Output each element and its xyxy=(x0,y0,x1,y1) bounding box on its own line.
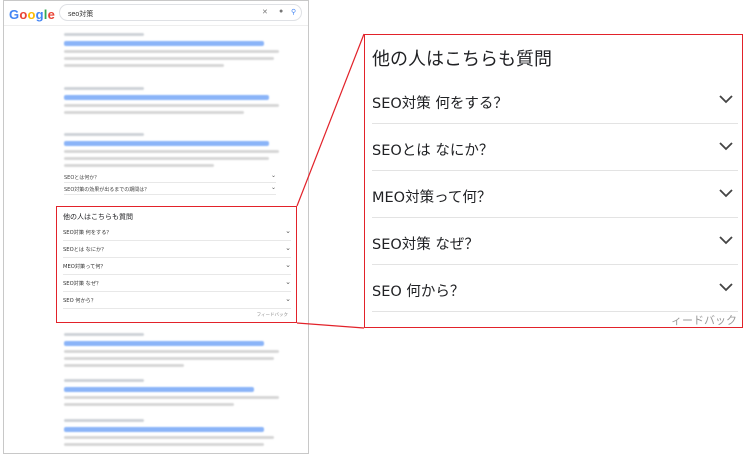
paa-zoom-question[interactable]: SEO対策 何をする？ xyxy=(372,77,738,124)
related-question[interactable]: SEOとは何か？ ⌄ xyxy=(64,171,276,183)
chevron-down-icon xyxy=(719,142,733,151)
logo-letter: g xyxy=(35,7,44,22)
logo-letter: o xyxy=(19,7,28,22)
question-label: SEO対策 何をする？ xyxy=(63,230,112,236)
feedback-link[interactable]: フィードバック xyxy=(257,312,288,318)
question-label: SEO対策 なぜ？ xyxy=(372,237,479,253)
logo-letter: G xyxy=(9,7,20,22)
paa-question[interactable]: MEO対策って何？ ⌄ xyxy=(63,258,291,275)
search-icon[interactable]: ⚲ xyxy=(291,8,296,16)
chevron-down-icon: ⌄ xyxy=(285,295,291,303)
question-label: SEO対策 何をする？ xyxy=(372,96,508,112)
paa-zoom-title: 他の人はこちらも質問 xyxy=(372,49,552,70)
chevron-down-icon xyxy=(719,283,733,292)
question-label: MEO対策って何？ xyxy=(372,190,492,206)
question-label: SEOとは なにか？ xyxy=(63,247,107,253)
chevron-down-icon xyxy=(719,189,733,198)
chevron-down-icon: ⌄ xyxy=(285,227,291,235)
question-label: SEOとは なにか？ xyxy=(372,143,494,159)
chevron-down-icon: ⌄ xyxy=(270,184,276,191)
question-label: SEOとは何か？ xyxy=(64,175,100,181)
paa-zoom-question[interactable]: SEO 何から？ xyxy=(372,265,738,312)
search-input[interactable]: seo対策 ✕ ● ⚲ xyxy=(59,4,302,21)
question-label: SEO対策の効果が出るまでの期間は？ xyxy=(64,187,150,193)
google-logo: Google xyxy=(9,7,55,22)
logo-letter: e xyxy=(47,7,56,22)
feedback-link[interactable]: ィードバック xyxy=(671,312,737,328)
chevron-down-icon: ⌄ xyxy=(285,244,291,252)
paa-highlight-box: 他の人はこちらも質問 SEO対策 何をする？ ⌄ SEOとは なにか？ ⌄ ME… xyxy=(56,206,297,323)
search-result[interactable] xyxy=(64,333,279,367)
question-label: MEO対策って何？ xyxy=(63,264,106,270)
chevron-down-icon: ⌄ xyxy=(285,261,291,269)
paa-zoom-question[interactable]: MEO対策って何？ xyxy=(372,171,738,218)
question-label: SEO 何から？ xyxy=(372,284,465,300)
paa-question[interactable]: SEO 何から？ ⌄ xyxy=(63,292,291,309)
serp-header: Google seo対策 ✕ ● ⚲ xyxy=(4,1,308,26)
search-query: seo対策 xyxy=(68,11,94,18)
chevron-down-icon: ⌄ xyxy=(270,172,276,179)
search-result[interactable] xyxy=(64,419,274,446)
chevron-down-icon: ⌄ xyxy=(285,278,291,286)
logo-letter: o xyxy=(27,7,36,22)
chevron-down-icon xyxy=(719,95,733,104)
paa-zoom-panel: 他の人はこちらも質問 SEO対策 何をする？ SEOとは なにか？ MEO対策っ… xyxy=(364,34,743,328)
paa-question[interactable]: SEOとは なにか？ ⌄ xyxy=(63,241,291,258)
paa-zoom-question[interactable]: SEOとは なにか？ xyxy=(372,124,738,171)
paa-title: 他の人はこちらも質問 xyxy=(63,213,133,221)
search-result[interactable] xyxy=(64,87,279,114)
chevron-down-icon xyxy=(719,236,733,245)
mic-icon[interactable]: ● xyxy=(279,8,283,15)
question-label: SEO 何から？ xyxy=(63,298,97,304)
paa-zoom-question[interactable]: SEO対策 なぜ？ xyxy=(372,218,738,265)
paa-question[interactable]: SEO対策 何をする？ ⌄ xyxy=(63,224,291,241)
search-result[interactable] xyxy=(64,33,279,67)
clear-icon[interactable]: ✕ xyxy=(262,8,268,16)
question-label: SEO対策 なぜ？ xyxy=(63,281,102,287)
search-result[interactable] xyxy=(64,133,279,167)
search-result[interactable] xyxy=(64,379,279,406)
related-question[interactable]: SEO対策の効果が出るまでの期間は？ ⌄ xyxy=(64,183,276,195)
paa-question[interactable]: SEO対策 なぜ？ ⌄ xyxy=(63,275,291,292)
